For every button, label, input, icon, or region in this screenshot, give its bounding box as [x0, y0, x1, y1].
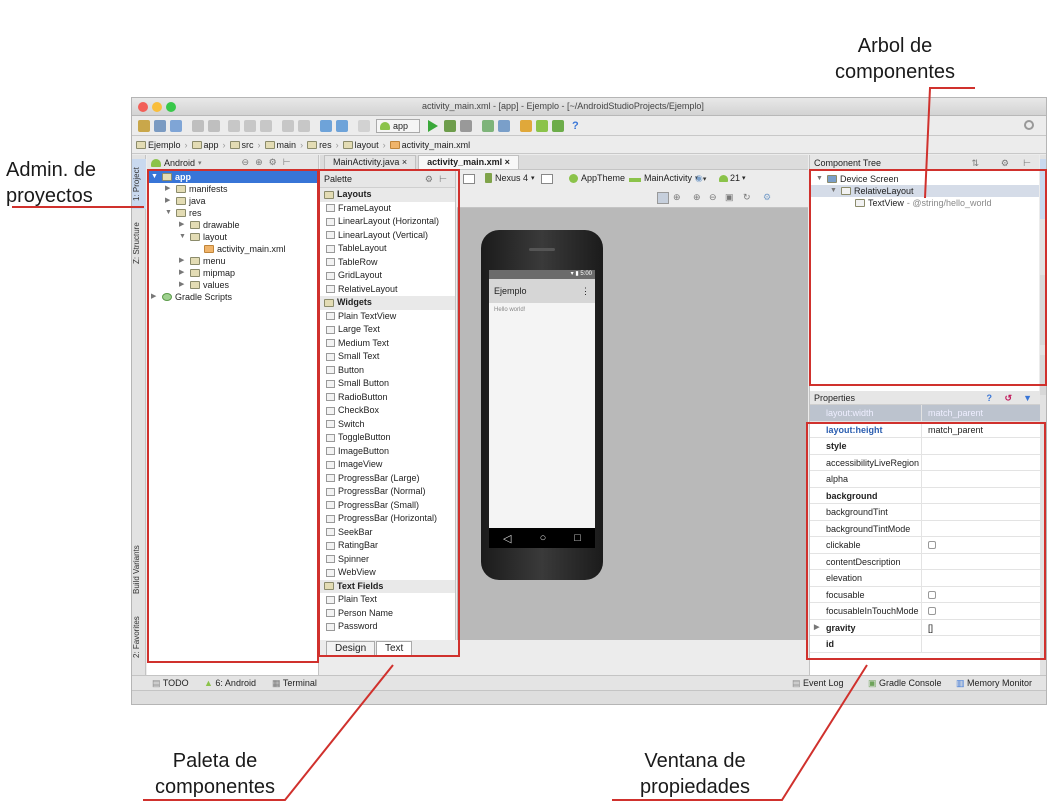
annotation-arbol: Arbol de componentes: [834, 35, 956, 83]
annotation-paleta: Paleta de componentes: [154, 750, 276, 798]
annotation-admin: Admin. de proyectos: [6, 159, 97, 207]
arbol-pointer-line: [924, 87, 975, 199]
annotation-ventana: Ventana de propiedades: [639, 750, 751, 798]
annotation-lines: [12, 87, 975, 801]
